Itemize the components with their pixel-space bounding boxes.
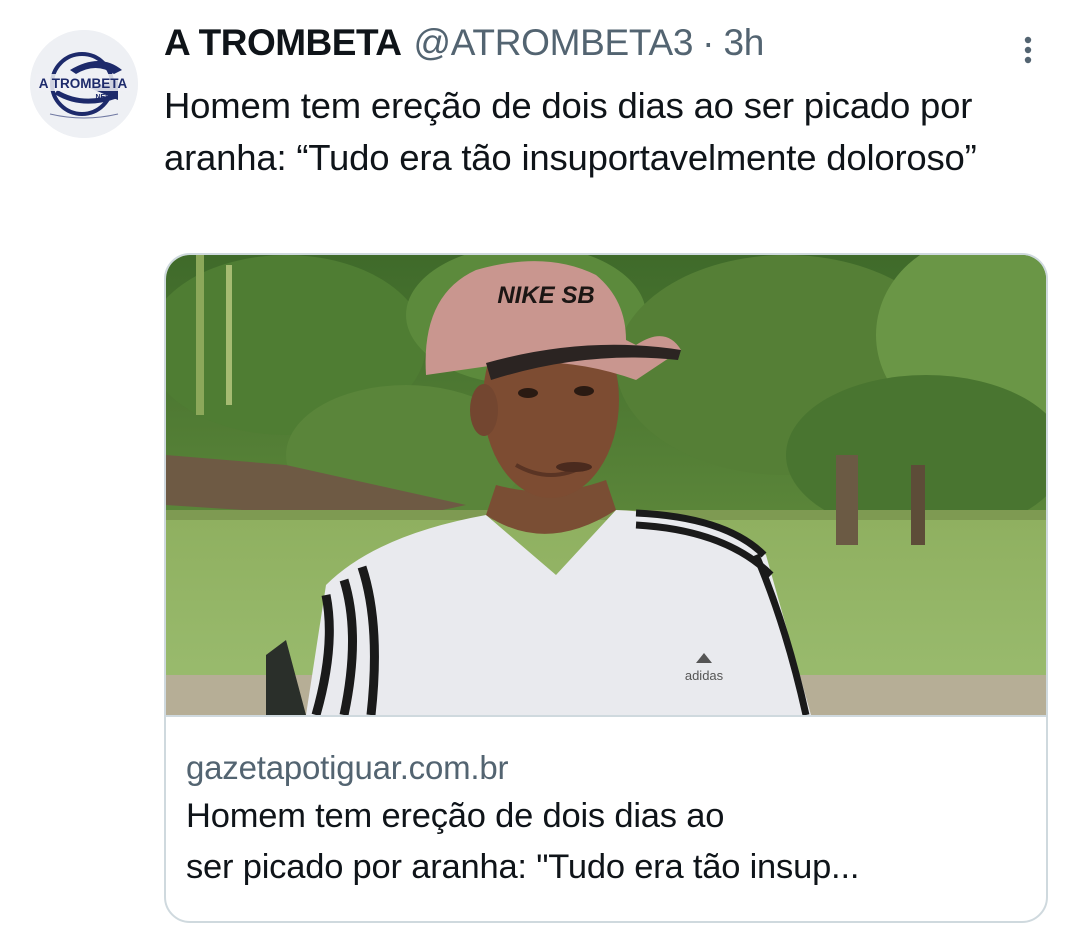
logo-subtext: NEWS bbox=[96, 94, 117, 101]
article-thumbnail-image[interactable]: adidas NIKE SB bbox=[166, 255, 1046, 715]
card-domain: gazetapotiguar.com.br bbox=[186, 749, 509, 786]
a-trombeta-logo: A TROMBETA NEWS bbox=[30, 30, 138, 138]
separator-dot: · bbox=[702, 22, 715, 63]
shirt-logo-text: adidas bbox=[685, 668, 724, 683]
card-title-line-1: Homem tem ereção de dois dias ao bbox=[186, 797, 725, 835]
cap-logo-text: NIKE SB bbox=[497, 282, 594, 309]
link-preview-card[interactable]: adidas NIKE SB gazetapotiguar.com.br Hom… bbox=[164, 253, 1048, 923]
logo-text: A TROMBETA bbox=[39, 76, 128, 91]
card-info: gazetapotiguar.com.br Homem tem ereção d… bbox=[166, 715, 1046, 921]
vertical-dots-icon bbox=[1024, 36, 1032, 64]
tweet-timestamp[interactable]: 3h bbox=[723, 22, 764, 64]
tweet-header: A TROMBETA @ATROMBETA3 · 3h bbox=[164, 22, 764, 72]
author-name[interactable]: A TROMBETA bbox=[164, 22, 402, 64]
author-avatar[interactable]: A TROMBETA NEWS bbox=[30, 30, 138, 138]
more-options-button[interactable] bbox=[1008, 30, 1048, 70]
card-title-line-2: ser picado por aranha: "Tudo era tão ins… bbox=[186, 848, 860, 886]
tweet-text: Homem tem ereção de dois dias ao ser pic… bbox=[164, 85, 977, 178]
card-title: Homem tem ereção de dois dias ao ser pic… bbox=[186, 791, 1046, 893]
author-handle[interactable]: @ATROMBETA3 bbox=[414, 22, 694, 64]
